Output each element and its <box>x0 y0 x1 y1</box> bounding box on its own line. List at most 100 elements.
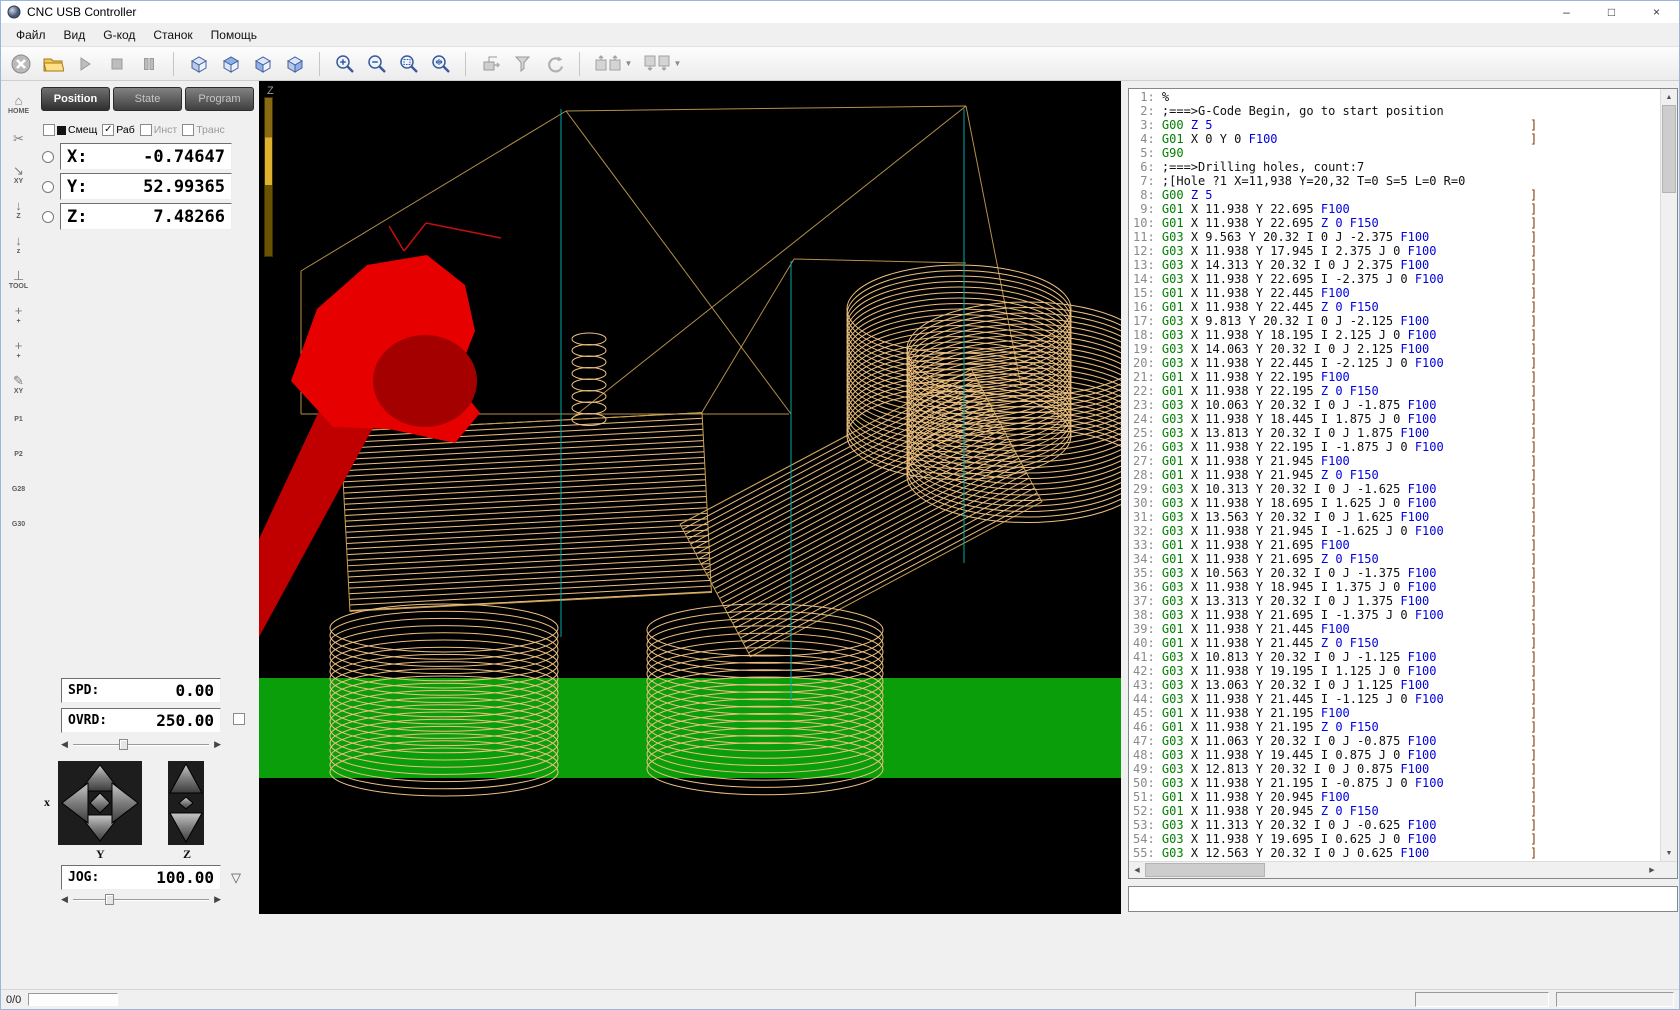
sidebar-set-xy[interactable]: ✎XY <box>3 369 35 399</box>
gcode-line[interactable]: 41: G03 X 10.813 Y 20.32 I 0 J -1.125 F1… <box>1133 650 1660 664</box>
slider-right-arrow-icon[interactable]: ▶ <box>214 739 221 750</box>
menu-view[interactable]: Вид <box>55 24 95 46</box>
zoom-fit-button[interactable] <box>426 50 455 78</box>
gcode-line[interactable]: 7: ;[Hole ?1 X=11,938 Y=20,32 T=0 S=5 L=… <box>1133 174 1660 188</box>
gcode-line[interactable]: 5: G90 <box>1133 146 1660 160</box>
slider-track[interactable] <box>73 899 209 901</box>
sidebar-tools[interactable]: ✂ <box>3 124 35 154</box>
filter-button[interactable] <box>508 50 537 78</box>
gcode-line[interactable]: 34: G01 X 11.938 Y 21.695 Z 0 F150] <box>1133 552 1660 566</box>
sidebar-tool[interactable]: ⊥TOOL <box>3 264 35 294</box>
view-iso-button[interactable] <box>184 50 213 78</box>
gcode-line[interactable]: 23: G03 X 10.063 Y 20.32 I 0 J -1.875 F1… <box>1133 398 1660 412</box>
gcode-line[interactable]: 29: G03 X 10.313 Y 20.32 I 0 J -1.625 F1… <box>1133 482 1660 496</box>
gcode-line[interactable]: 1: % <box>1133 90 1660 104</box>
checkbox-offset[interactable]: Смещ <box>43 124 97 136</box>
tab-state[interactable]: State <box>113 87 182 111</box>
menu-help[interactable]: Помощь <box>202 24 266 46</box>
override-slider[interactable]: ◀ ▶ <box>61 738 221 752</box>
gcode-line[interactable]: 32: G03 X 11.938 Y 21.945 I -1.625 J 0 F… <box>1133 524 1660 538</box>
gcode-line[interactable]: 51: G01 X 11.938 Y 20.945 F100] <box>1133 790 1660 804</box>
gcode-line[interactable]: 38: G03 X 11.938 Y 21.695 I -1.375 J 0 F… <box>1133 608 1660 622</box>
scroll-right-button[interactable]: ▶ <box>1644 862 1660 878</box>
open-file-button[interactable] <box>38 50 67 78</box>
menu-machine[interactable]: Станок <box>144 24 201 46</box>
scroll-down-button[interactable]: ▼ <box>1661 845 1677 861</box>
gcode-line[interactable]: 39: G01 X 11.938 Y 21.445 F100] <box>1133 622 1660 636</box>
gcode-line[interactable]: 52: G01 X 11.938 Y 20.945 Z 0 F150] <box>1133 804 1660 818</box>
gcode-line[interactable]: 54: G03 X 11.938 Y 19.695 I 0.625 J 0 F1… <box>1133 832 1660 846</box>
gcode-line[interactable]: 26: G03 X 11.938 Y 22.195 I -1.875 J 0 F… <box>1133 440 1660 454</box>
sidebar-g28[interactable]: G28 <box>3 474 35 504</box>
menu-gcode[interactable]: G-код <box>94 24 144 46</box>
sidebar-offset-2[interactable]: ++ <box>3 334 35 364</box>
sidebar-goto-z[interactable]: ↓Z <box>3 194 35 224</box>
gcode-line[interactable]: 21: G01 X 11.938 Y 22.195 F100] <box>1133 370 1660 384</box>
gcode-line[interactable]: 19: G03 X 14.063 Y 20.32 I 0 J 2.125 F10… <box>1133 342 1660 356</box>
checkbox-work[interactable]: ✓Раб <box>102 124 135 136</box>
gcode-vscrollbar[interactable]: ▲ ▼ <box>1660 89 1677 861</box>
offset-checkbox[interactable] <box>43 124 55 136</box>
axis-y-radio[interactable] <box>42 181 54 193</box>
gcode-line[interactable]: 4: G01 X 0 Y 0 F100] <box>1133 132 1660 146</box>
slider-left-arrow-icon[interactable]: ◀ <box>61 894 68 905</box>
sidebar-p1[interactable]: P1 <box>3 404 35 434</box>
zoom-in-button[interactable] <box>330 50 359 78</box>
gcode-line[interactable]: 43: G03 X 13.063 Y 20.32 I 0 J 1.125 F10… <box>1133 678 1660 692</box>
gcode-line[interactable]: 55: G03 X 12.563 Y 20.32 I 0 J 0.625 F10… <box>1133 846 1660 860</box>
start-button[interactable] <box>70 50 99 78</box>
axis-x-radio[interactable] <box>42 151 54 163</box>
sidebar-z-zero[interactable]: ↓z <box>3 229 35 259</box>
sidebar-home[interactable]: ⌂HOME <box>3 89 35 119</box>
checkbox-instrument[interactable]: Инст <box>140 124 177 136</box>
gcode-line[interactable]: 6: ;===>Drilling holes, count:7 <box>1133 160 1660 174</box>
gcode-line[interactable]: 37: G03 X 13.313 Y 20.32 I 0 J 1.375 F10… <box>1133 594 1660 608</box>
gcode-line[interactable]: 10: G01 X 11.938 Y 22.695 Z 0 F150] <box>1133 216 1660 230</box>
scroll-left-button[interactable]: ◀ <box>1129 862 1145 878</box>
instrument-checkbox[interactable] <box>140 124 152 136</box>
jog-step-dropdown[interactable]: ▽ <box>226 868 246 888</box>
gcode-line[interactable]: 46: G01 X 11.938 Y 21.195 Z 0 F150] <box>1133 720 1660 734</box>
gcode-line[interactable]: 20: G03 X 11.938 Y 22.445 I -2.125 J 0 F… <box>1133 356 1660 370</box>
gcode-line[interactable]: 48: G03 X 11.938 Y 19.445 I 0.875 J 0 F1… <box>1133 748 1660 762</box>
regenerate-button[interactable] <box>540 50 569 78</box>
gcode-line[interactable]: 40: G01 X 11.938 Y 21.445 Z 0 F150] <box>1133 636 1660 650</box>
vscroll-track[interactable] <box>1661 105 1677 845</box>
viewport-3d[interactable]: Z <box>259 81 1121 914</box>
view-top-button[interactable] <box>216 50 245 78</box>
hscroll-track[interactable] <box>1145 862 1644 878</box>
gcode-line[interactable]: 35: G03 X 10.563 Y 20.32 I 0 J -1.375 F1… <box>1133 566 1660 580</box>
sidebar-goto-xy[interactable]: ↘XY <box>3 159 35 189</box>
close-button[interactable]: × <box>1634 1 1679 23</box>
gcode-line[interactable]: 8: G00 Z 5] <box>1133 188 1660 202</box>
tab-position[interactable]: Position <box>41 87 110 111</box>
maximize-button[interactable]: □ <box>1589 1 1634 23</box>
gcode-line[interactable]: 2: ;===>G-Code Begin, go to start positi… <box>1133 104 1660 118</box>
simulate-button[interactable] <box>476 50 505 78</box>
gcode-line[interactable]: 24: G03 X 11.938 Y 18.445 I 1.875 J 0 F1… <box>1133 412 1660 426</box>
tab-program[interactable]: Program <box>185 87 254 111</box>
vscroll-thumb[interactable] <box>1662 105 1676 193</box>
override-slider-thumb[interactable] <box>119 739 128 750</box>
gcode-line[interactable]: 33: G01 X 11.938 Y 21.695 F100] <box>1133 538 1660 552</box>
axis-z-radio[interactable] <box>42 211 54 223</box>
slider-right-arrow-icon[interactable]: ▶ <box>214 894 221 905</box>
hscroll-thumb[interactable] <box>1145 863 1265 877</box>
gcode-line[interactable]: 49: G03 X 12.813 Y 20.32 I 0 J 0.875 F10… <box>1133 762 1660 776</box>
gcode-line[interactable]: 12: G03 X 11.938 Y 17.945 I 2.375 J 0 F1… <box>1133 244 1660 258</box>
gcode-line[interactable]: 50: G03 X 11.938 Y 21.195 I -0.875 J 0 F… <box>1133 776 1660 790</box>
sidebar-p2[interactable]: P2 <box>3 439 35 469</box>
gcode-line[interactable]: 36: G03 X 11.938 Y 18.945 I 1.375 J 0 F1… <box>1133 580 1660 594</box>
emergency-stop-button[interactable] <box>6 50 35 78</box>
gcode-command-input[interactable] <box>1128 886 1678 912</box>
gcode-line[interactable]: 42: G03 X 11.938 Y 19.195 I 1.125 J 0 F1… <box>1133 664 1660 678</box>
pause-button[interactable] <box>134 50 163 78</box>
gcode-line[interactable]: 11: G03 X 9.563 Y 20.32 I 0 J -2.375 F10… <box>1133 230 1660 244</box>
gcode-list[interactable]: 1: % 2: ;===>G-Code Begin, go to start p… <box>1129 89 1660 861</box>
minimize-button[interactable]: – <box>1544 1 1589 23</box>
goto-position-1-button[interactable]: ▼ <box>590 50 636 78</box>
work-checkbox[interactable]: ✓ <box>102 124 114 136</box>
gcode-line[interactable]: 30: G03 X 11.938 Y 18.695 I 1.625 J 0 F1… <box>1133 496 1660 510</box>
trans-checkbox[interactable] <box>182 124 194 136</box>
jog-slider[interactable]: ◀ ▶ <box>61 893 221 907</box>
